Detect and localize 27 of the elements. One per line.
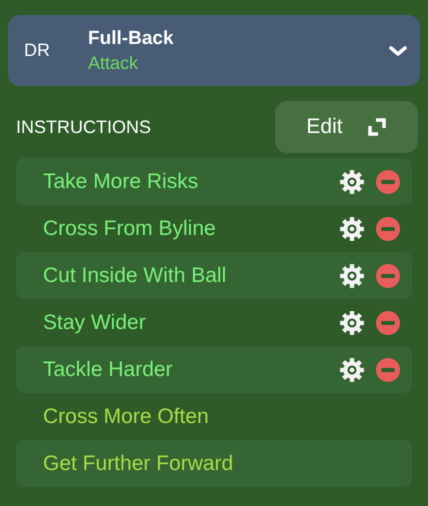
instruction-label: Tackle Harder bbox=[43, 356, 174, 383]
settings-icon[interactable] bbox=[339, 356, 365, 382]
instruction-row[interactable]: Cross From Byline bbox=[16, 205, 412, 252]
expand-icon bbox=[366, 117, 387, 137]
position-header[interactable]: DR Full-Back Attack bbox=[8, 15, 420, 86]
duty-label: Attack bbox=[88, 52, 140, 74]
settings-icon[interactable] bbox=[339, 216, 365, 242]
edit-button[interactable]: Edit bbox=[275, 101, 418, 153]
section-title: INSTRUCTIONS bbox=[16, 116, 151, 138]
instruction-row[interactable]: Stay Wider bbox=[16, 299, 412, 346]
chevron-down-icon[interactable] bbox=[388, 44, 408, 58]
instruction-label: Stay Wider bbox=[43, 310, 147, 336]
instruction-row[interactable]: Take More Risks bbox=[16, 158, 412, 205]
settings-icon[interactable] bbox=[339, 262, 365, 288]
instruction-label: Cut Inside With Ball bbox=[43, 262, 228, 289]
instruction-label: Take More Risks bbox=[43, 168, 200, 195]
instruction-label: Get Further Forward bbox=[43, 450, 234, 477]
settings-icon[interactable] bbox=[339, 168, 365, 194]
instruction-row[interactable]: Cross More Often bbox=[16, 393, 412, 440]
instruction-row[interactable]: Tackle Harder bbox=[16, 346, 412, 393]
position-code: DR bbox=[24, 39, 51, 62]
instruction-label: Cross More Often bbox=[43, 404, 210, 430]
role-name: Full-Back bbox=[88, 26, 175, 50]
settings-icon[interactable] bbox=[339, 310, 365, 336]
instruction-label: Cross From Byline bbox=[43, 216, 217, 242]
instruction-row[interactable]: Cut Inside With Ball bbox=[16, 252, 412, 299]
instruction-row[interactable]: Get Further Forward bbox=[16, 440, 412, 487]
